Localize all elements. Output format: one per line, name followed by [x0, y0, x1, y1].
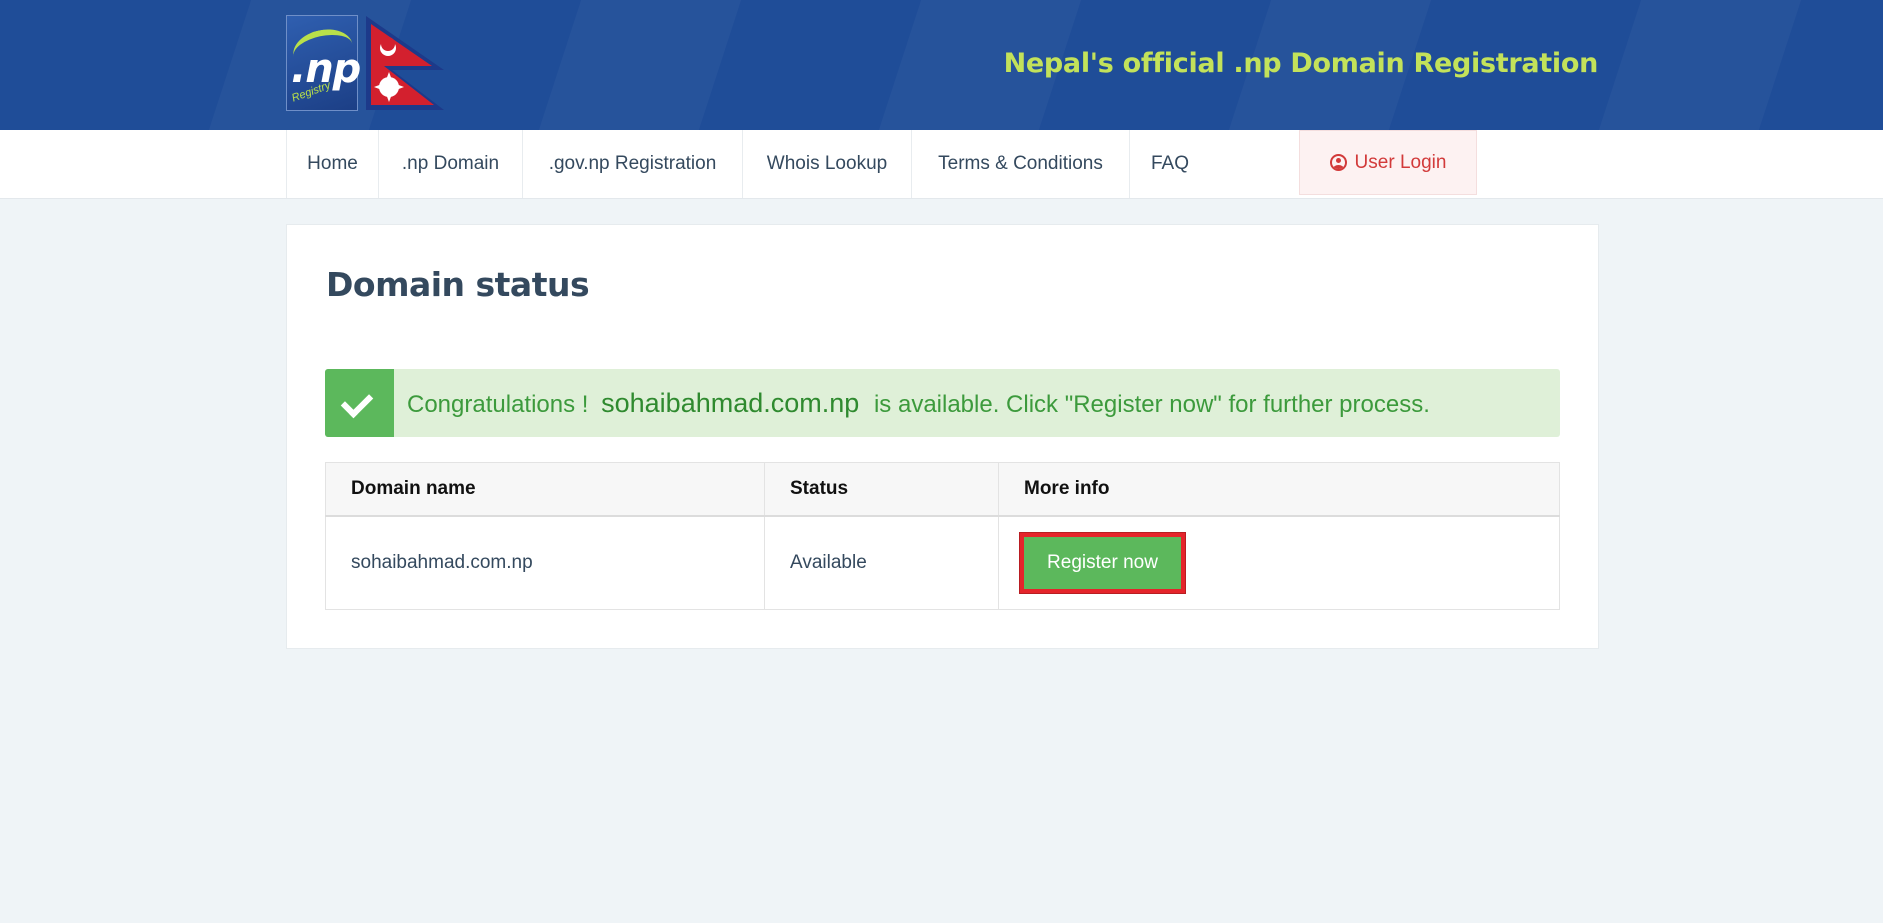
register-now-button[interactable]: Register now	[1019, 532, 1186, 594]
header-decoration	[1599, 0, 1801, 130]
main-nav: Home .np Domain .gov.np Registration Who…	[0, 130, 1883, 199]
header-title: Nepal's official .np Domain Registration	[1003, 48, 1599, 79]
user-login-label: User Login	[1354, 152, 1447, 173]
alert-message: Congratulations ! sohaibahmad.com.np is …	[407, 369, 1430, 437]
nav-faq[interactable]: FAQ	[1130, 130, 1210, 198]
user-circle-icon	[1329, 154, 1347, 171]
more-info-cell: Register now	[998, 515, 1560, 610]
nav-whois-lookup[interactable]: Whois Lookup	[743, 130, 912, 198]
nav-np-domain[interactable]: .np Domain	[379, 130, 523, 198]
nav-home[interactable]: Home	[286, 130, 379, 198]
nav-terms-conditions[interactable]: Terms & Conditions	[912, 130, 1130, 198]
site-header: .np Registry Nepal's official .np Domain…	[0, 0, 1883, 130]
alert-domain: sohaibahmad.com.np	[601, 388, 860, 418]
table-header-row: Domain name Status More info	[325, 462, 1560, 517]
column-header-status: Status	[764, 462, 999, 517]
nav-gov-np-registration[interactable]: .gov.np Registration	[523, 130, 743, 198]
column-header-domain: Domain name	[325, 462, 765, 517]
column-header-more-info: More info	[998, 462, 1560, 517]
status-cell: Available	[764, 515, 999, 610]
alert-prefix: Congratulations !	[407, 391, 589, 418]
check-icon	[340, 385, 374, 419]
np-registry-logo[interactable]: .np Registry	[286, 15, 361, 111]
domain-status-panel: Domain status Congratulations ! sohaibah…	[286, 224, 1599, 649]
alert-icon-box	[325, 369, 394, 437]
domain-table: Domain name Status More info sohaibahmad…	[325, 462, 1560, 610]
user-login-button[interactable]: User Login	[1299, 130, 1477, 195]
success-alert: Congratulations ! sohaibahmad.com.np is …	[325, 369, 1560, 437]
page-title: Domain status	[326, 265, 590, 304]
header-decoration	[539, 0, 741, 130]
nepal-flag-icon	[366, 16, 444, 110]
domain-name-cell: sohaibahmad.com.np	[325, 515, 765, 610]
table-row: sohaibahmad.com.np Available Register no…	[325, 515, 1560, 610]
alert-suffix: is available. Click "Register now" for f…	[873, 391, 1430, 418]
